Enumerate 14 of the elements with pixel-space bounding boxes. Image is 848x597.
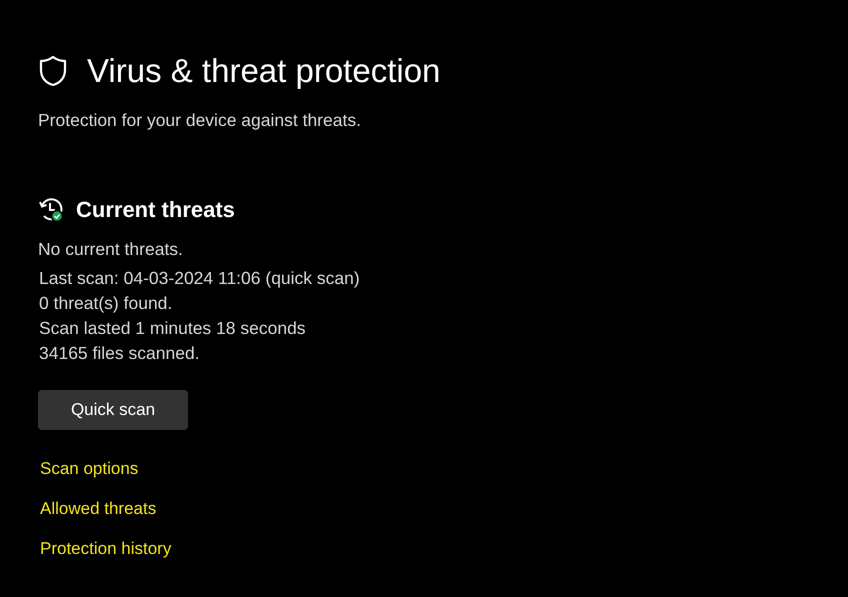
scan-detail: 0 threat(s) found. [39, 292, 174, 315]
section-title: Current threats [76, 197, 235, 223]
shield-icon [39, 55, 67, 87]
page-title: Virus & threat protection [87, 52, 440, 90]
page-subtitle: Protection for your device against threats. [38, 110, 362, 131]
quick-scan-button[interactable]: Quick scan [38, 390, 188, 430]
scan-detail: 34165 files scanned. [39, 342, 201, 365]
link[interactable]: Scan options [40, 459, 138, 479]
link[interactable]: Protection history [40, 539, 172, 559]
scan-detail: Last scan: 04-03-2024 11:06 (quick scan) [39, 267, 361, 290]
clock-check-icon [38, 197, 64, 223]
scan-detail: Scan lasted 1 minutes 18 seconds [39, 317, 307, 340]
status-text: No current threats. [38, 239, 184, 260]
link[interactable]: Allowed threats [40, 499, 156, 519]
